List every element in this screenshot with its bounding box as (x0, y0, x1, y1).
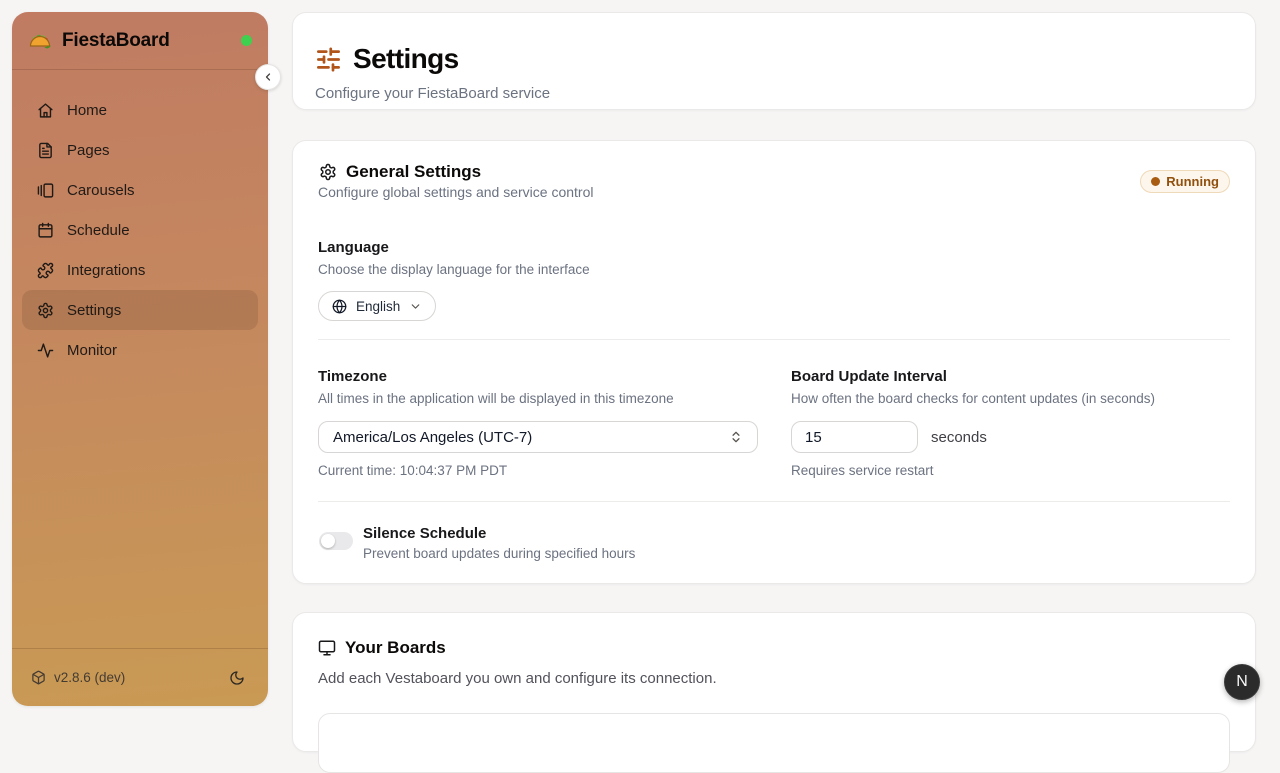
interval-label: Board Update Interval (791, 368, 947, 385)
calendar-icon (37, 222, 54, 239)
toggle-thumb (321, 534, 335, 548)
interval-unit-label: seconds (931, 429, 987, 446)
online-status-dot (241, 35, 252, 46)
sidebar-item-label: Schedule (67, 222, 130, 239)
dev-tools-label: N (1236, 673, 1248, 691)
package-icon (31, 670, 46, 685)
language-description: Choose the display language for the inte… (318, 262, 590, 277)
chevrons-up-down-icon (729, 430, 743, 444)
sidebar-nav: Home Pages Carousels Schedule Integratio… (12, 70, 268, 648)
sidebar-footer: v2.8.6 (dev) (12, 648, 268, 706)
sidebar-item-home[interactable]: Home (22, 90, 258, 130)
timezone-description: All times in the application will be dis… (318, 391, 674, 406)
version-label: v2.8.6 (dev) (54, 670, 125, 685)
gear-icon (319, 163, 337, 181)
sidebar-item-schedule[interactable]: Schedule (22, 210, 258, 250)
section-subtitle: Configure global settings and service co… (318, 184, 594, 200)
silence-label: Silence Schedule (363, 525, 486, 542)
file-icon (37, 142, 54, 159)
interval-description: How often the board checks for content u… (791, 391, 1155, 406)
monitor-icon (318, 639, 336, 657)
silence-schedule-toggle[interactable] (319, 532, 353, 550)
dev-tools-button[interactable]: N (1224, 664, 1260, 700)
sliders-icon (315, 46, 342, 73)
home-icon (37, 102, 54, 119)
chevron-left-icon (262, 71, 274, 83)
language-dropdown[interactable]: English (318, 291, 436, 321)
divider (318, 501, 1230, 502)
sidebar-item-carousels[interactable]: Carousels (22, 170, 258, 210)
taco-logo-icon (28, 29, 52, 53)
globe-icon (332, 299, 347, 314)
sidebar-item-label: Integrations (67, 262, 145, 279)
sidebar-item-integrations[interactable]: Integrations (22, 250, 258, 290)
language-label: Language (318, 239, 389, 256)
app-title: FiestaBoard (62, 30, 170, 52)
status-badge-label: Running (1166, 174, 1219, 189)
page-header-card: Settings Configure your FiestaBoard serv… (292, 12, 1256, 110)
status-badge: Running (1140, 170, 1230, 193)
boards-subtitle: Add each Vestaboard you own and configur… (318, 670, 717, 687)
sidebar-header: FiestaBoard (12, 12, 268, 70)
sidebar-item-label: Monitor (67, 342, 117, 359)
board-entry-box (318, 713, 1230, 773)
interval-input[interactable] (791, 421, 918, 453)
sidebar-item-pages[interactable]: Pages (22, 130, 258, 170)
divider (318, 339, 1230, 340)
interval-note: Requires service restart (791, 463, 934, 478)
language-value: English (356, 299, 400, 314)
sidebar-item-label: Carousels (67, 182, 135, 199)
boards-title: Your Boards (345, 638, 446, 658)
silence-description: Prevent board updates during specified h… (363, 546, 635, 561)
page-title: Settings (353, 43, 459, 75)
sidebar-item-label: Pages (67, 142, 110, 159)
running-dot-icon (1151, 177, 1160, 186)
timezone-select[interactable]: America/Los Angeles (UTC-7) (318, 421, 758, 453)
page-subtitle: Configure your FiestaBoard service (315, 85, 550, 102)
sidebar: FiestaBoard Home Pages Carousels Sche (12, 12, 268, 706)
section-title: General Settings (346, 162, 481, 182)
moon-icon (229, 670, 245, 686)
dark-mode-toggle[interactable] (225, 666, 249, 690)
timezone-value: America/Los Angeles (UTC-7) (333, 429, 532, 446)
timezone-label: Timezone (318, 368, 387, 385)
current-time-label: Current time: 10:04:37 PM PDT (318, 463, 507, 478)
sidebar-item-label: Home (67, 102, 107, 119)
sidebar-item-label: Settings (67, 302, 121, 319)
sidebar-item-monitor[interactable]: Monitor (22, 330, 258, 370)
your-boards-card: Your Boards Add each Vestaboard you own … (292, 612, 1256, 752)
activity-icon (37, 342, 54, 359)
general-settings-card: General Settings Configure global settin… (292, 140, 1256, 584)
gear-icon (37, 302, 54, 319)
sidebar-item-settings[interactable]: Settings (22, 290, 258, 330)
chevron-down-icon (409, 300, 422, 313)
carousel-icon (37, 182, 54, 199)
puzzle-icon (37, 262, 54, 279)
sidebar-collapse-button[interactable] (255, 64, 281, 90)
